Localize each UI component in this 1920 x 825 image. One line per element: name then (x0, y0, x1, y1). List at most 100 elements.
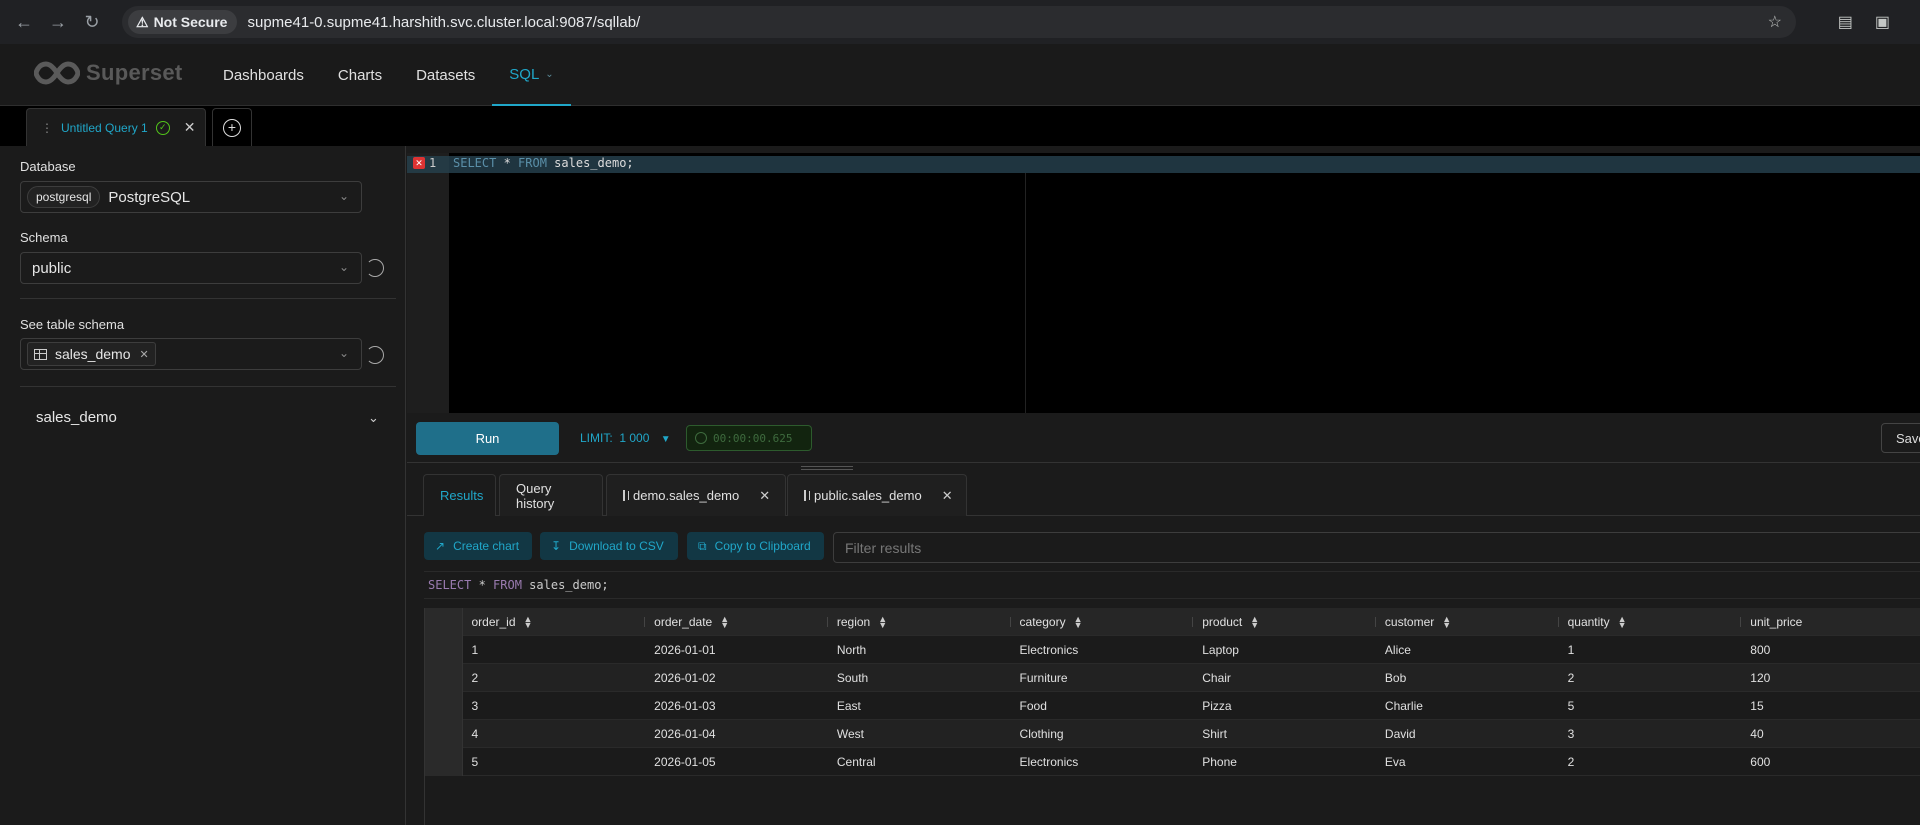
back-arrow-icon[interactable]: ← (10, 8, 38, 36)
table-cell[interactable]: 2026-01-04 (646, 720, 829, 748)
table-cell[interactable]: Central (829, 748, 1012, 776)
table-cell[interactable]: 2026-01-01 (646, 636, 829, 664)
column-header[interactable]: category ▲ ▼ (1012, 608, 1195, 636)
table-cell[interactable]: Shirt (1194, 720, 1377, 748)
column-header[interactable]: unit_price (1742, 608, 1920, 636)
column-header[interactable]: quantity ▲ ▼ (1560, 608, 1743, 636)
menu-dashboards[interactable]: Dashboards (206, 44, 321, 106)
table-row[interactable]: 5 2026-01-05 Central Electronics Phone E… (425, 748, 1920, 776)
table-cell[interactable]: David (1377, 720, 1560, 748)
tab-results[interactable]: Results (423, 474, 496, 516)
refresh-table-icon[interactable] (366, 346, 384, 364)
table-cell[interactable]: Electronics (1012, 748, 1195, 776)
menu-datasets[interactable]: Datasets (399, 44, 492, 106)
superset-logo[interactable]: Superset (34, 60, 183, 86)
sort-icon[interactable]: ▲ ▼ (524, 615, 533, 630)
sort-icon[interactable]: ▲ ▼ (1618, 615, 1627, 630)
not-secure-chip[interactable]: ⚠ Not Secure (128, 10, 238, 34)
table-cell[interactable]: Chair (1194, 664, 1377, 692)
table-cell[interactable]: 2 (463, 664, 646, 692)
column-header[interactable]: region ▲ ▼ (829, 608, 1012, 636)
close-tab-icon[interactable]: ✕ (184, 119, 196, 136)
limit-dropdown[interactable]: LIMIT: 1 000 ▼ (580, 431, 671, 445)
table-cell[interactable]: Furniture (1012, 664, 1195, 692)
table-cell[interactable]: Food (1012, 692, 1195, 720)
table-cell[interactable]: Pizza (1194, 692, 1377, 720)
run-button[interactable]: Run (416, 422, 559, 455)
table-cell[interactable]: 15 (1742, 692, 1920, 720)
error-marker-icon[interactable]: ✕ (413, 157, 425, 169)
bookmark-star-icon[interactable]: ☆ (1768, 12, 1782, 32)
sort-icon[interactable]: ▲ ▼ (1250, 615, 1259, 630)
close-tab-icon[interactable]: ✕ (942, 488, 953, 504)
code-line[interactable]: SELECT * FROM sales_demo; (453, 156, 634, 170)
table-cell[interactable]: 3 (463, 692, 646, 720)
table-cell[interactable]: Laptop (1194, 636, 1377, 664)
tab-public-sales-demo[interactable]: public.sales_demo ✕ (787, 474, 967, 516)
table-cell[interactable]: North (829, 636, 1012, 664)
table-cell[interactable]: 5 (463, 748, 646, 776)
table-cell[interactable]: 600 (1742, 748, 1920, 776)
table-select[interactable]: sales_demo ✕ ⌄ (20, 338, 362, 370)
table-cell[interactable]: Charlie (1377, 692, 1560, 720)
drag-dots-icon[interactable]: ⋮ (41, 121, 53, 135)
table-cell[interactable]: South (829, 664, 1012, 692)
table-cell[interactable]: 800 (1742, 636, 1920, 664)
table-cell[interactable]: Alice (1377, 636, 1560, 664)
table-item-sales-demo[interactable]: sales_demo (36, 409, 117, 426)
save-button[interactable]: Save (1881, 423, 1920, 453)
schema-select[interactable]: public ⌄ (20, 252, 362, 284)
table-cell[interactable]: 5 (1560, 692, 1743, 720)
sql-editor[interactable]: ✕ 1 SELECT * FROM sales_demo; (407, 153, 1920, 413)
sort-icon[interactable]: ▲ ▼ (1442, 615, 1451, 630)
refresh-schema-icon[interactable] (366, 259, 384, 277)
table-cell[interactable]: Phone (1194, 748, 1377, 776)
column-header[interactable]: product ▲ ▼ (1194, 608, 1377, 636)
table-cell[interactable]: 2 (1560, 664, 1743, 692)
column-header[interactable]: customer ▲ ▼ (1377, 608, 1560, 636)
table-tag[interactable]: sales_demo ✕ (27, 342, 156, 366)
copy-clipboard-button[interactable]: ⧉ Copy to Clipboard (687, 532, 824, 560)
tab-search-icon[interactable]: ▣ (1875, 12, 1890, 32)
table-row[interactable]: 3 2026-01-03 East Food Pizza Charlie 5 1… (425, 692, 1920, 720)
table-row[interactable]: 1 2026-01-01 North Electronics Laptop Al… (425, 636, 1920, 664)
menu-sql[interactable]: SQL ⌄ (492, 44, 571, 106)
table-cell[interactable]: West (829, 720, 1012, 748)
sort-icon[interactable]: ▲ ▼ (1074, 615, 1083, 630)
address-bar[interactable]: ⚠ Not Secure supme41-0.supme41.harshith.… (122, 6, 1796, 38)
table-row[interactable]: 2 2026-01-02 South Furniture Chair Bob 2… (425, 664, 1920, 692)
table-cell[interactable]: Electronics (1012, 636, 1195, 664)
query-tab[interactable]: ⋮ Untitled Query 1 ✓ ✕ (26, 108, 206, 146)
table-cell[interactable]: Bob (1377, 664, 1560, 692)
table-cell[interactable]: Clothing (1012, 720, 1195, 748)
column-header[interactable]: order_date ▲ ▼ (646, 608, 829, 636)
extensions-icon[interactable]: ▤ (1838, 12, 1853, 32)
table-cell[interactable]: 2026-01-03 (646, 692, 829, 720)
close-tab-icon[interactable]: ✕ (759, 488, 770, 504)
menu-charts[interactable]: Charts (321, 44, 399, 106)
create-chart-button[interactable]: ↗ Create chart (424, 532, 532, 560)
forward-arrow-icon[interactable]: → (44, 8, 72, 36)
table-cell[interactable]: East (829, 692, 1012, 720)
sort-icon[interactable]: ▲ ▼ (720, 615, 729, 630)
download-csv-button[interactable]: ↧ Download to CSV (540, 532, 678, 560)
add-query-tab-button[interactable]: + (212, 108, 252, 146)
table-cell[interactable]: 3 (1560, 720, 1743, 748)
table-cell[interactable]: 1 (1560, 636, 1743, 664)
sort-icon[interactable]: ▲ ▼ (878, 615, 887, 630)
table-cell[interactable]: 2026-01-05 (646, 748, 829, 776)
table-row[interactable]: 4 2026-01-04 West Clothing Shirt David 3… (425, 720, 1920, 748)
tab-demo-sales-demo[interactable]: demo.sales_demo ✕ (606, 474, 786, 516)
table-cell[interactable]: 1 (463, 636, 646, 664)
table-cell[interactable]: 120 (1742, 664, 1920, 692)
database-select[interactable]: postgresql PostgreSQL ⌄ (20, 181, 362, 213)
table-cell[interactable]: 2026-01-02 (646, 664, 829, 692)
remove-tag-icon[interactable]: ✕ (140, 348, 149, 361)
table-cell[interactable]: 2 (1560, 748, 1743, 776)
url-text[interactable]: supme41-0.supme41.harshith.svc.cluster.l… (247, 14, 640, 31)
table-cell[interactable]: 4 (463, 720, 646, 748)
table-cell[interactable]: 40 (1742, 720, 1920, 748)
chevron-down-icon[interactable]: ⌄ (368, 410, 379, 426)
filter-results-input[interactable]: Filter results (833, 532, 1920, 563)
column-header[interactable]: order_id ▲ ▼ (463, 608, 646, 636)
